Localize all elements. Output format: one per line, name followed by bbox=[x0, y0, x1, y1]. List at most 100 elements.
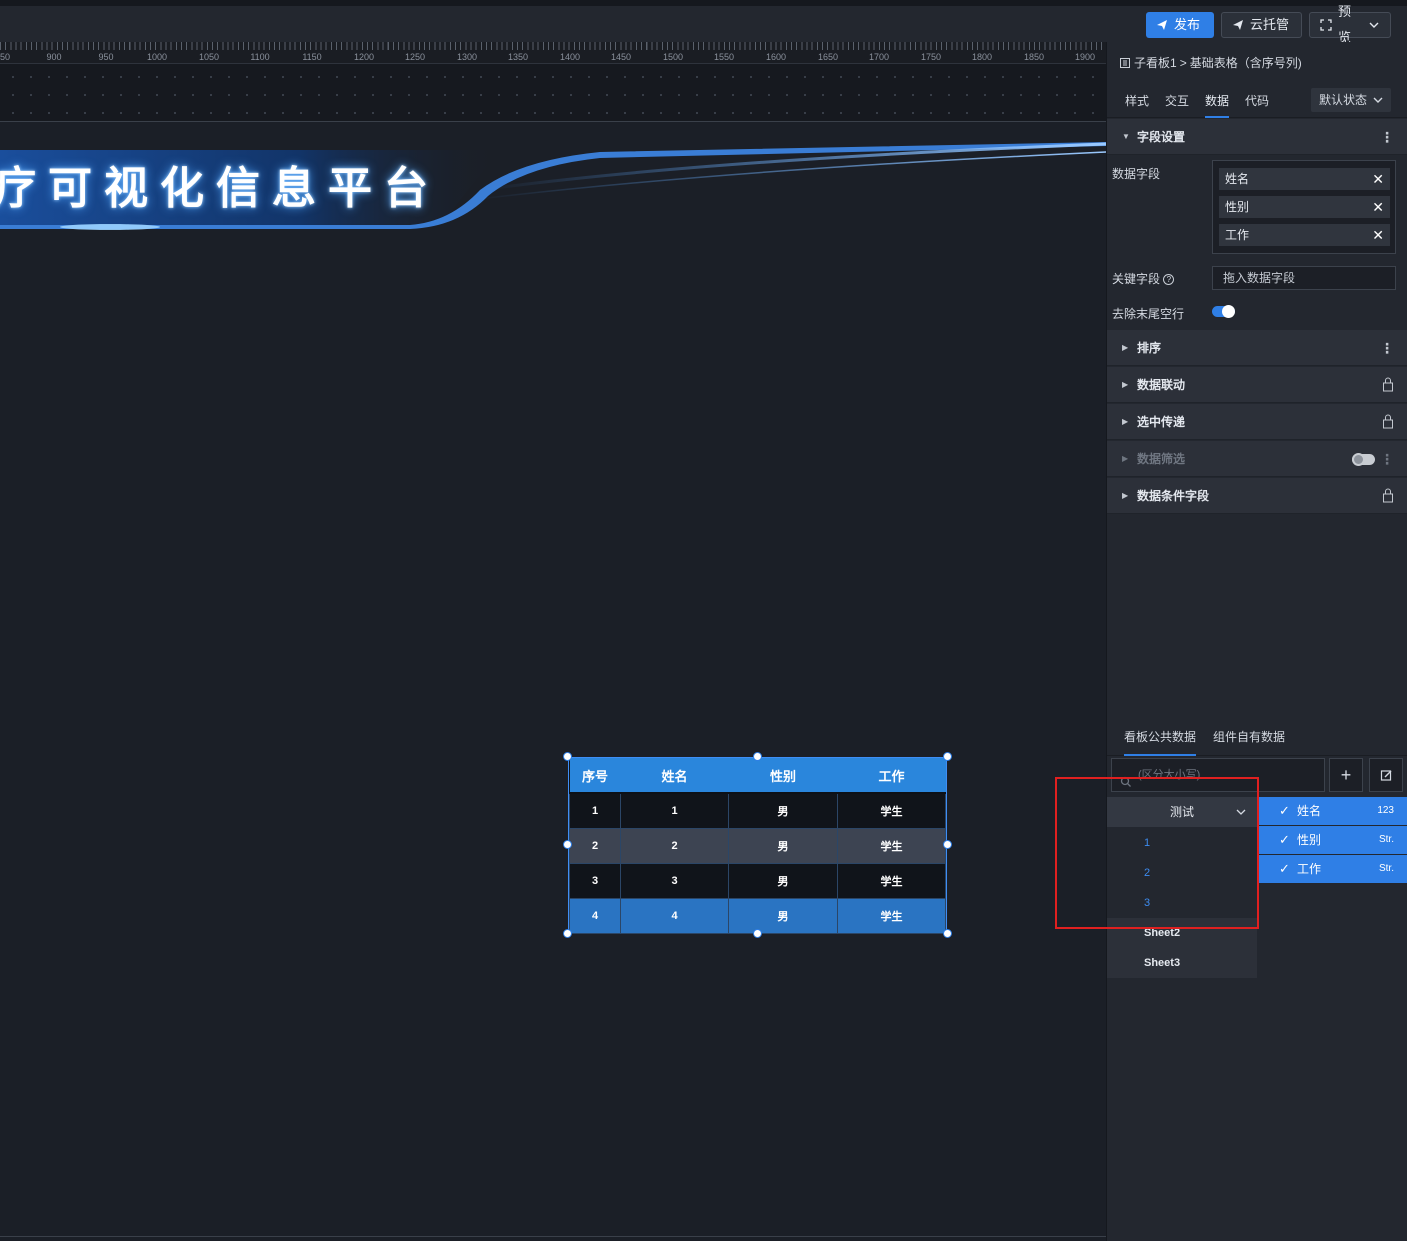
tab-code[interactable]: 代码 bbox=[1245, 92, 1269, 118]
tab-interaction[interactable]: 交互 bbox=[1165, 92, 1189, 118]
section-condition-fields[interactable]: ▶ 数据条件字段 bbox=[1107, 478, 1407, 514]
column-type: 123 bbox=[1377, 805, 1394, 816]
table-row[interactable]: 4 4 男 学生 bbox=[569, 897, 946, 934]
highlight-annotation bbox=[1055, 777, 1259, 929]
ruler-label: 1000 bbox=[146, 52, 168, 62]
breadcrumb-current: 基础表格（含序号列) bbox=[1189, 56, 1302, 70]
table-cell: 4 bbox=[569, 897, 621, 934]
table-cell: 1 bbox=[569, 792, 621, 829]
data-table: 序号 姓名 性别 工作 1 1 男 学生 2 2 男 学生 3 3 男 学生 4… bbox=[569, 758, 946, 934]
toggle-knob bbox=[1222, 305, 1235, 318]
table-row[interactable]: 2 2 男 学生 bbox=[569, 827, 946, 864]
section-selection-pass[interactable]: ▶ 选中传递 bbox=[1107, 404, 1407, 440]
section-field-settings[interactable]: ▼ 字段设置 ⋮ bbox=[1107, 119, 1407, 155]
field-chip[interactable]: 姓名 ✕ bbox=[1219, 168, 1390, 190]
check-icon: ✓ bbox=[1279, 832, 1290, 847]
trim-empty-label: 去除末尾空行 bbox=[1112, 307, 1185, 321]
column-item[interactable]: ✓ 性别 Str. bbox=[1259, 826, 1407, 854]
ruler-ticks bbox=[0, 42, 1106, 50]
table-header-row: 序号 姓名 性别 工作 bbox=[569, 758, 946, 794]
resize-handle-w[interactable] bbox=[563, 840, 572, 849]
trim-empty-toggle[interactable] bbox=[1212, 305, 1235, 318]
section-data-linkage[interactable]: ▶ 数据联动 bbox=[1107, 367, 1407, 403]
tab-board-public-data[interactable]: 看板公共数据 bbox=[1124, 728, 1197, 756]
tab-component-own-data[interactable]: 组件自有数据 bbox=[1213, 728, 1285, 756]
ruler-label: 1500 bbox=[662, 52, 684, 62]
ruler-label: 1900 bbox=[1074, 52, 1096, 62]
data-fields-label: 数据字段 bbox=[1112, 167, 1161, 181]
section-sort[interactable]: ▶ 排序 ⋮ bbox=[1107, 330, 1407, 366]
ruler-label: 1400 bbox=[559, 52, 581, 62]
lock-icon bbox=[1382, 478, 1394, 527]
key-field-dropzone[interactable]: 拖入数据字段 bbox=[1212, 266, 1396, 290]
resize-handle-n[interactable] bbox=[753, 752, 762, 761]
send-icon bbox=[1156, 19, 1168, 31]
column-item[interactable]: ✓ 工作 Str. bbox=[1259, 855, 1407, 883]
caret-right-icon: ▶ bbox=[1122, 491, 1129, 500]
ruler-label: 1850 bbox=[1023, 52, 1045, 62]
resize-handle-nw[interactable] bbox=[563, 752, 572, 761]
check-icon: ✓ bbox=[1279, 861, 1290, 876]
field-chip-label: 工作 bbox=[1225, 228, 1250, 242]
resize-handle-ne[interactable] bbox=[943, 752, 952, 761]
check-icon: ✓ bbox=[1279, 803, 1290, 818]
section-data-filter[interactable]: ▶ 数据筛选 ⋮ bbox=[1107, 441, 1407, 477]
close-icon[interactable]: ✕ bbox=[1372, 196, 1384, 218]
ruler-label: 1350 bbox=[507, 52, 529, 62]
tab-data[interactable]: 数据 bbox=[1205, 92, 1230, 118]
table-cell: 男 bbox=[728, 792, 838, 829]
breadcrumb: 子看板1 > 基础表格（含序号列) bbox=[1119, 54, 1302, 71]
more-icon[interactable]: ⋮ bbox=[1380, 441, 1394, 477]
fullscreen-icon bbox=[1320, 19, 1332, 31]
sheet-item[interactable]: Sheet3 bbox=[1107, 948, 1257, 978]
column-name: 工作 bbox=[1297, 862, 1322, 876]
resize-handle-se[interactable] bbox=[943, 929, 952, 938]
column-item[interactable]: ✓ 姓名 123 bbox=[1259, 797, 1407, 825]
property-panel: 子看板1 > 基础表格（含序号列) 样式 交互 数据 代码 默认状态 ▼ 字段设… bbox=[1106, 42, 1407, 1241]
tab-style[interactable]: 样式 bbox=[1125, 92, 1149, 118]
publish-label: 发布 bbox=[1174, 17, 1201, 32]
table-row[interactable]: 1 1 男 学生 bbox=[569, 792, 946, 829]
field-chip[interactable]: 性别 ✕ bbox=[1219, 196, 1390, 218]
more-icon[interactable]: ⋮ bbox=[1380, 330, 1394, 366]
cloud-hosting-button[interactable]: 云托管 bbox=[1221, 12, 1302, 38]
caret-right-icon: ▶ bbox=[1122, 417, 1129, 426]
canvas-ruler: 50 900 950 1000 1050 1100 1150 1200 1250… bbox=[0, 42, 1106, 122]
basic-table-widget[interactable]: 序号 姓名 性别 工作 1 1 男 学生 2 2 男 学生 3 3 男 学生 4… bbox=[568, 757, 947, 934]
ruler-label: 1750 bbox=[920, 52, 942, 62]
column-header[interactable]: 序号 bbox=[569, 758, 621, 794]
board-icon bbox=[1119, 57, 1131, 69]
resize-handle-e[interactable] bbox=[943, 840, 952, 849]
add-data-button[interactable]: + bbox=[1329, 758, 1363, 792]
column-header[interactable]: 工作 bbox=[837, 758, 946, 794]
section-title: 字段设置 bbox=[1137, 130, 1186, 144]
table-row[interactable]: 3 3 男 学生 bbox=[569, 862, 946, 899]
ruler-label: 50 bbox=[0, 52, 11, 62]
ruler-label: 1100 bbox=[250, 52, 270, 62]
column-header[interactable]: 性别 bbox=[728, 758, 838, 794]
state-select[interactable]: 默认状态 bbox=[1311, 88, 1391, 112]
resize-handle-s[interactable] bbox=[753, 929, 762, 938]
column-header[interactable]: 姓名 bbox=[620, 758, 729, 794]
preview-button[interactable]: 预览 bbox=[1309, 4, 1391, 45]
title-banner[interactable]: 疗可视化信息平台 bbox=[0, 130, 1106, 240]
data-fields-box[interactable]: 姓名 ✕ 性别 ✕ 工作 ✕ bbox=[1212, 160, 1396, 254]
table-cell: 男 bbox=[728, 897, 838, 934]
publish-button[interactable]: 发布 bbox=[1146, 12, 1214, 38]
edit-icon bbox=[1380, 766, 1393, 786]
close-icon[interactable]: ✕ bbox=[1372, 168, 1384, 190]
table-cell: 学生 bbox=[837, 827, 946, 864]
close-icon[interactable]: ✕ bbox=[1372, 224, 1384, 246]
edit-data-button[interactable] bbox=[1369, 758, 1403, 792]
column-name: 姓名 bbox=[1297, 804, 1322, 818]
more-icon[interactable]: ⋮ bbox=[1380, 119, 1394, 155]
section-title: 排序 bbox=[1137, 341, 1162, 355]
resize-handle-sw[interactable] bbox=[563, 929, 572, 938]
breadcrumb-separator: > bbox=[1179, 55, 1187, 70]
field-chip-label: 姓名 bbox=[1225, 172, 1250, 186]
field-chip[interactable]: 工作 ✕ bbox=[1219, 224, 1390, 246]
help-icon[interactable]: ? bbox=[1163, 274, 1175, 286]
column-name: 性别 bbox=[1297, 833, 1322, 847]
breadcrumb-parent[interactable]: 子看板1 bbox=[1134, 54, 1177, 71]
data-filter-toggle[interactable] bbox=[1352, 453, 1375, 466]
